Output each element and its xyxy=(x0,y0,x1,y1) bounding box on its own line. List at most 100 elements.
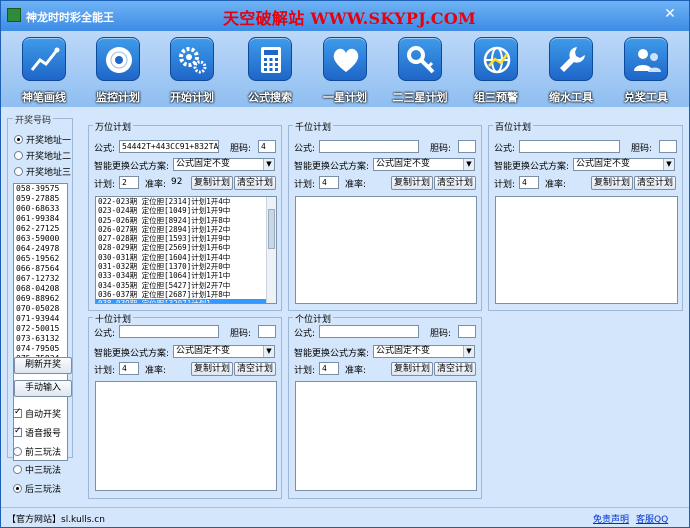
history-item[interactable]: 073-63132 xyxy=(14,334,67,344)
toolbar-button-7[interactable]: 组三预警 xyxy=(461,37,531,105)
toolbar-button-8[interactable]: 缩水工具 xyxy=(536,37,606,105)
draw-address-option-2[interactable]: 开奖地址二 xyxy=(14,149,71,162)
toolbar-button-6[interactable]: 二三星计划 xyxy=(385,37,455,105)
result-line[interactable]: 023-024期 定位胆[1049]计划1开9中 xyxy=(96,206,276,215)
dan-input[interactable]: 4 xyxy=(258,140,276,153)
scheme-select[interactable]: 公式固定不变 ▼ xyxy=(373,345,475,358)
draw-address-option-3[interactable]: 开奖地址三 xyxy=(14,165,71,178)
result-line[interactable]: 038-039期 定位胆[3207]计划1...... xyxy=(96,299,276,303)
history-item[interactable]: 063-59000 xyxy=(14,234,67,244)
toolbar-button-5[interactable]: 一星计划 xyxy=(310,37,380,105)
scheme-select[interactable]: 公式固定不变 ▼ xyxy=(173,345,275,358)
support-qq-link[interactable]: 客服QQ xyxy=(636,512,668,525)
copy-plan-button[interactable]: 复制计划 xyxy=(391,176,433,190)
history-item[interactable]: 065-19562 xyxy=(14,254,67,264)
radio-icon[interactable] xyxy=(13,446,22,456)
scheme-select[interactable]: 公式固定不变 ▼ xyxy=(573,158,675,171)
copy-plan-button[interactable]: 复制计划 xyxy=(391,362,433,376)
disclaimer-link[interactable]: 免责声明 xyxy=(593,512,629,525)
plan-count-input[interactable]: 4 xyxy=(319,176,339,189)
result-line[interactable]: 031-032期 定位胆[1370]计划2开0中 xyxy=(96,262,276,271)
radio-icon[interactable] xyxy=(14,134,23,144)
dan-input[interactable] xyxy=(458,325,476,338)
copy-plan-button[interactable]: 复制计划 xyxy=(591,176,633,190)
formula-input[interactable] xyxy=(519,140,620,153)
result-line[interactable]: 033-034期 定位胆[1064]计划1开1中 xyxy=(96,271,276,280)
option-4[interactable]: 中三玩法 xyxy=(13,463,61,476)
plan-count-input[interactable]: 4 xyxy=(519,176,539,189)
clear-plan-button[interactable]: 清空计划 xyxy=(434,362,476,376)
option-2[interactable]: 语音报号 xyxy=(13,426,61,439)
toolbar-button-1[interactable]: 神笔画线 xyxy=(9,37,79,105)
clear-plan-button[interactable]: 清空计划 xyxy=(634,176,676,190)
result-line[interactable]: 034-035期 定位胆[5427]计划2开7中 xyxy=(96,281,276,290)
plan-results-box[interactable] xyxy=(295,196,477,304)
scheme-select[interactable]: 公式固定不变 ▼ xyxy=(173,158,275,171)
history-item[interactable]: 071-93944 xyxy=(14,314,67,324)
formula-input[interactable] xyxy=(319,325,419,338)
history-item[interactable]: 070-05028 xyxy=(14,304,67,314)
formula-input[interactable] xyxy=(119,325,219,338)
checkbox-icon[interactable] xyxy=(13,407,22,418)
dan-input[interactable] xyxy=(458,140,476,153)
plan-results-box[interactable] xyxy=(495,196,678,304)
option-3[interactable]: 前三玩法 xyxy=(13,445,61,458)
close-button[interactable]: ✕ xyxy=(659,5,681,23)
clear-plan-button[interactable]: 清空计划 xyxy=(234,362,276,376)
history-item[interactable]: 074-79505 xyxy=(14,344,67,354)
history-item[interactable]: 069-88962 xyxy=(14,294,67,304)
history-item[interactable]: 068-04208 xyxy=(14,284,67,294)
formula-input[interactable] xyxy=(319,140,419,153)
history-item[interactable]: 067-12732 xyxy=(14,274,67,284)
option-1[interactable]: 自动开奖 xyxy=(13,407,61,420)
radio-icon[interactable] xyxy=(14,166,23,176)
result-line[interactable]: 036-037期 定位胆[2687]计划1开8中 xyxy=(96,290,276,299)
draw-address-option-1[interactable]: 开奖地址一 xyxy=(14,133,71,146)
result-line[interactable]: 022-023期 定位胆[2314]计划1开4中 xyxy=(96,197,276,206)
plan-results-box[interactable] xyxy=(95,381,277,491)
plan-count-input[interactable]: 2 xyxy=(119,176,139,189)
history-item[interactable]: 059-27885 xyxy=(14,194,67,204)
scheme-select[interactable]: 公式固定不变 ▼ xyxy=(373,158,475,171)
toolbar-button-4[interactable]: 公式搜索 xyxy=(235,37,305,105)
option-5[interactable]: 后三玩法 xyxy=(13,482,61,495)
refresh-draw-button[interactable]: 刷新开奖 xyxy=(14,357,72,374)
radio-icon[interactable] xyxy=(14,150,23,160)
formula-input[interactable]: 54442T+443CC91+832TAC xyxy=(119,140,219,153)
vertical-scrollbar[interactable] xyxy=(266,197,276,303)
manual-input-button[interactable]: 手动输入 xyxy=(14,380,72,397)
plan-count-input[interactable]: 4 xyxy=(319,362,339,375)
toolbar-button-2[interactable]: 监控计划 xyxy=(83,37,153,105)
history-item[interactable]: 061-99384 xyxy=(14,214,67,224)
scrollbar-thumb[interactable] xyxy=(268,209,275,249)
history-item[interactable]: 066-87564 xyxy=(14,264,67,274)
history-item[interactable]: 064-24978 xyxy=(14,244,67,254)
copy-plan-button[interactable]: 复制计划 xyxy=(191,362,233,376)
clear-plan-button[interactable]: 清空计划 xyxy=(434,176,476,190)
history-item[interactable]: 072-50015 xyxy=(14,324,67,334)
result-line[interactable]: 025-026期 定位胆[8924]计划1开8中 xyxy=(96,216,276,225)
chevron-down-icon[interactable]: ▼ xyxy=(463,346,474,357)
plan-results-box[interactable]: 022-023期 定位胆[2314]计划1开4中 023-024期 定位胆[104… xyxy=(95,196,277,304)
clear-plan-button[interactable]: 清空计划 xyxy=(234,176,276,190)
copy-plan-button[interactable]: 复制计划 xyxy=(191,176,233,190)
radio-icon[interactable] xyxy=(13,464,22,474)
title-bar[interactable]: 神龙时时彩全能王 天空破解站 WWW.SKYPJ.COM ✕ xyxy=(1,1,689,31)
history-item[interactable]: 060-68633 xyxy=(14,204,67,214)
result-line[interactable]: 026-027期 定位胆[2894]计划1开2中 xyxy=(96,225,276,234)
toolbar-button-9[interactable]: 兑奖工具 xyxy=(611,37,681,105)
dan-input[interactable] xyxy=(258,325,276,338)
chevron-down-icon[interactable]: ▼ xyxy=(263,159,274,170)
result-line[interactable]: 028-029期 定位胆[2569]计划1开6中 xyxy=(96,243,276,252)
plan-count-input[interactable]: 4 xyxy=(119,362,139,375)
toolbar-button-3[interactable]: 开始计划 xyxy=(157,37,227,105)
history-item[interactable]: 062-27125 xyxy=(14,224,67,234)
dan-input[interactable] xyxy=(659,140,677,153)
plan-results-box[interactable] xyxy=(295,381,477,491)
result-line[interactable]: 030-031期 定位胆[1604]计划1开4中 xyxy=(96,253,276,262)
history-item[interactable]: 058-39575 xyxy=(14,184,67,194)
chevron-down-icon[interactable]: ▼ xyxy=(663,159,674,170)
chevron-down-icon[interactable]: ▼ xyxy=(263,346,274,357)
checkbox-icon[interactable] xyxy=(13,426,22,437)
chevron-down-icon[interactable]: ▼ xyxy=(463,159,474,170)
